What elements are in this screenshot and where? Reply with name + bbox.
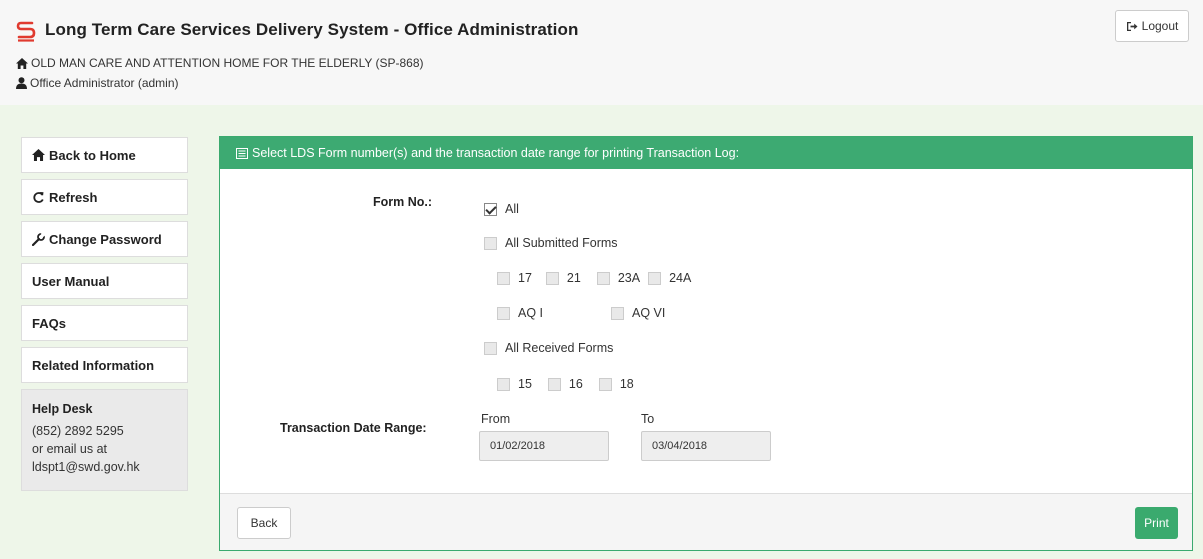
all-received-row: All Received Forms — [484, 341, 613, 355]
form-23a-label: 23A — [617, 271, 641, 285]
form-15-option[interactable]: 15 — [497, 377, 532, 391]
panel-heading: Select LDS Form number(s) and the transa… — [220, 137, 1192, 169]
help-desk-phone: (852) 2892 5295 — [32, 424, 124, 438]
form-aq-i-option[interactable]: AQ I — [497, 306, 611, 320]
help-desk-text: or email us at — [32, 442, 108, 456]
form-24a-checkbox[interactable] — [648, 271, 662, 285]
logout-button[interactable]: Logout — [1115, 10, 1189, 42]
all-checkbox-row: All — [484, 202, 519, 216]
all-submitted-label: All Submitted Forms — [505, 236, 618, 250]
back-button[interactable]: Back — [237, 507, 291, 539]
sidebar-item-label: User Manual — [32, 273, 110, 289]
sidebar-item-label: Change Password — [49, 231, 162, 247]
form-16-checkbox[interactable] — [547, 377, 561, 391]
form-no-label: Form No.: — [373, 195, 433, 209]
form-17-option[interactable]: 17 — [497, 271, 532, 285]
form-16-label: 16 — [568, 377, 583, 391]
form-18-option[interactable]: 18 — [598, 377, 634, 391]
all-submitted-checkbox[interactable] — [484, 236, 497, 250]
user-line: Office Administrator (admin) — [16, 76, 179, 90]
form-21-label: 21 — [566, 271, 581, 285]
sidebar-item-label: Refresh — [49, 189, 98, 205]
refresh-icon — [33, 191, 44, 203]
logout-icon — [1126, 21, 1138, 31]
all-received-checkbox[interactable] — [484, 341, 497, 355]
sidebar: Back to Home Refresh Change Password Use… — [21, 137, 188, 491]
sidebar-item-label: Related Information — [32, 357, 155, 373]
home-icon — [32, 149, 45, 161]
app-title: Long Term Care Services Delivery System … — [45, 20, 579, 39]
form-17-label: 17 — [518, 271, 532, 285]
form-aq-vi-label: AQ VI — [632, 306, 666, 320]
sidebar-item-user-manual[interactable]: User Manual — [21, 263, 188, 299]
help-desk-title: Help Desk — [32, 402, 93, 416]
sidebar-item-change-password[interactable]: Change Password — [21, 221, 188, 257]
list-icon — [236, 147, 248, 159]
form-17-checkbox[interactable] — [497, 271, 510, 285]
sidebar-item-label: FAQs — [32, 315, 66, 331]
logout-label: Logout — [1141, 19, 1179, 33]
form-24a-label: 24A — [669, 271, 692, 285]
form-15-label: 15 — [518, 377, 532, 391]
form-16-option[interactable]: 16 — [547, 377, 583, 391]
print-button[interactable]: Print — [1135, 507, 1178, 539]
form-18-label: 18 — [619, 377, 634, 391]
help-desk-box: Help Desk (852) 2892 5295 or email us at… — [21, 389, 188, 491]
all-label: All — [505, 202, 519, 216]
transaction-log-panel: Select LDS Form number(s) and the transa… — [219, 136, 1193, 551]
help-desk-email[interactable]: ldspt1@swd.gov.hk — [32, 458, 177, 476]
wrench-icon — [32, 232, 45, 246]
form-23a-checkbox[interactable] — [596, 271, 610, 285]
form-aq-vi-checkbox[interactable] — [611, 306, 624, 320]
panel-footer: Back Print — [220, 493, 1192, 550]
sidebar-item-back-to-home[interactable]: Back to Home — [21, 137, 188, 173]
sidebar-item-related-information[interactable]: Related Information — [21, 347, 188, 383]
all-submitted-row: All Submitted Forms — [484, 236, 618, 250]
form-aq-vi-option[interactable]: AQ VI — [611, 306, 665, 320]
from-label: From — [481, 412, 511, 426]
submitted-forms-row: 17 21 23A 24A — [497, 271, 691, 285]
all-checkbox[interactable] — [484, 202, 497, 216]
content-area: Back to Home Refresh Change Password Use… — [0, 105, 1203, 559]
swd-logo-icon — [16, 21, 36, 42]
received-forms-row: 15 16 18 — [497, 377, 634, 391]
user-name: Office Administrator (admin) — [30, 76, 179, 90]
user-icon — [16, 77, 27, 89]
form-21-option[interactable]: 21 — [545, 271, 581, 285]
to-label: To — [641, 412, 655, 426]
aq-forms-row: AQ I AQ VI — [497, 306, 665, 320]
sidebar-item-refresh[interactable]: Refresh — [21, 179, 188, 215]
form-15-checkbox[interactable] — [497, 377, 510, 391]
organization-name: OLD MAN CARE AND ATTENTION HOME FOR THE … — [31, 56, 424, 70]
from-date-input[interactable] — [479, 431, 609, 461]
form-18-checkbox[interactable] — [598, 377, 612, 391]
home-icon — [16, 57, 28, 69]
organization-line: OLD MAN CARE AND ATTENTION HOME FOR THE … — [16, 56, 424, 70]
all-received-label: All Received Forms — [505, 341, 614, 355]
page-header: Long Term Care Services Delivery System … — [0, 0, 1203, 105]
form-24a-option[interactable]: 24A — [648, 271, 691, 285]
to-date-input[interactable] — [641, 431, 771, 461]
form-23a-option[interactable]: 23A — [596, 271, 641, 285]
form-21-checkbox[interactable] — [545, 271, 559, 285]
form-aq-i-checkbox[interactable] — [497, 306, 510, 320]
sidebar-item-faqs[interactable]: FAQs — [21, 305, 188, 341]
form-aq-i-label: AQ I — [518, 306, 544, 320]
panel-heading-text: Select LDS Form number(s) and the transa… — [252, 146, 740, 160]
sidebar-item-label: Back to Home — [49, 147, 136, 163]
date-range-label: Transaction Date Range: — [280, 421, 427, 435]
